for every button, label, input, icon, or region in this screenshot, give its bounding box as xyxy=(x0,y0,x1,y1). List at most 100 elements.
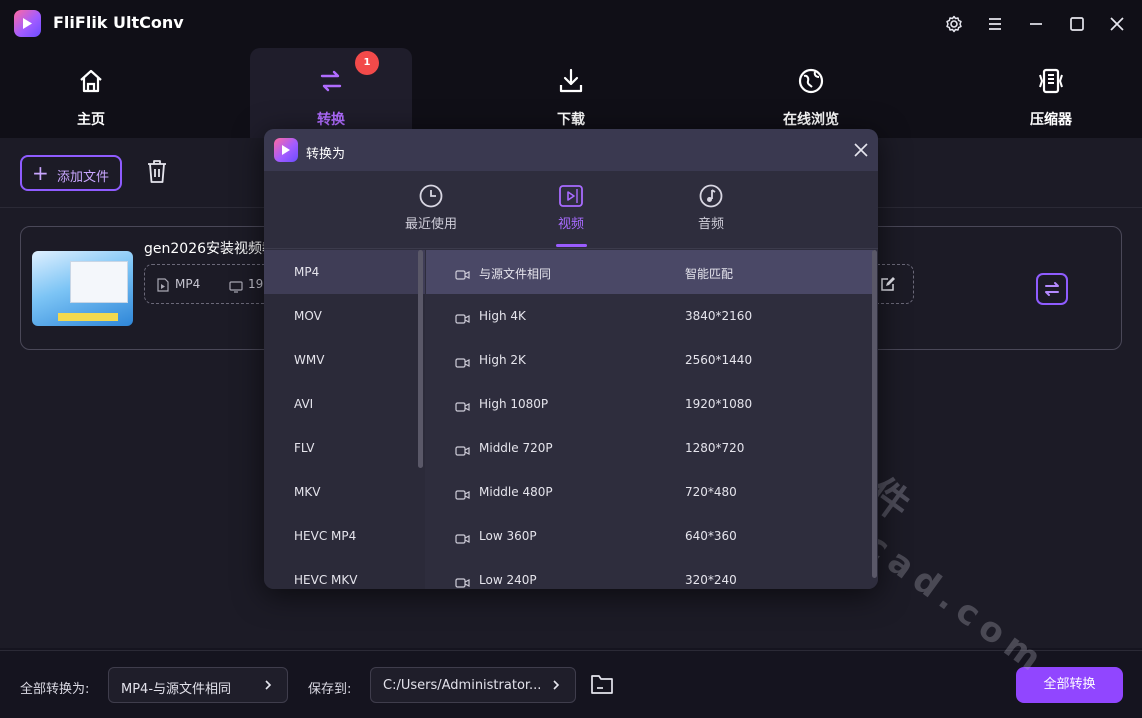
chevron-right-icon xyxy=(261,676,275,698)
camera-icon xyxy=(455,266,470,280)
format-item-flv[interactable]: FLV xyxy=(264,426,425,470)
nav-item-home[interactable]: 主页 xyxy=(10,48,172,138)
save-path-select[interactable]: C:/Users/Administrator... xyxy=(370,667,576,703)
tab-video[interactable]: 视频 xyxy=(516,171,626,249)
add-file-label: 添加文件 xyxy=(57,170,110,185)
resolution-item[interactable]: 与源文件相同 智能匹配 xyxy=(426,250,873,294)
resolution-name: Middle 720P xyxy=(479,441,553,455)
convert-all-button[interactable]: 全部转换 xyxy=(1016,667,1123,703)
resolution-size: 1280*720 xyxy=(685,441,745,455)
output-format-value: MP4-与源文件相同 xyxy=(121,682,232,697)
format-item-hevc-mp4[interactable]: HEVC MP4 xyxy=(264,514,425,558)
format-label: MKV xyxy=(294,485,321,499)
tab-label-audio: 音频 xyxy=(697,217,724,232)
trash-icon[interactable] xyxy=(145,158,169,184)
resolution-list: 与源文件相同 智能匹配 High 4K 3840*2160 High 2K 25… xyxy=(426,250,878,589)
gear-icon[interactable] xyxy=(944,14,964,34)
format-item-mp4[interactable]: MP4 xyxy=(264,250,425,294)
convert-file-button[interactable] xyxy=(1036,273,1068,305)
nav-item-compress[interactable]: 压缩器 xyxy=(970,48,1132,138)
folder-icon[interactable] xyxy=(590,673,614,699)
nav-label-compress: 压缩器 xyxy=(1030,112,1072,128)
resolution-item[interactable]: Low 360P 640*360 xyxy=(426,514,873,558)
active-tab-indicator xyxy=(556,244,587,247)
tab-recent[interactable]: 最近使用 xyxy=(376,171,486,249)
edit-icon[interactable] xyxy=(880,276,896,296)
resolution-name: High 1080P xyxy=(479,397,549,411)
home-icon xyxy=(76,66,106,96)
resolution-item[interactable]: High 1080P 1920*1080 xyxy=(426,382,873,426)
format-label: AVI xyxy=(294,397,314,411)
format-list-scrollbar[interactable] xyxy=(418,250,423,468)
music-icon xyxy=(698,183,724,209)
format-item-avi[interactable]: AVI xyxy=(264,382,425,426)
camera-icon xyxy=(455,530,470,544)
clock-icon xyxy=(418,183,444,209)
nav-label-home: 主页 xyxy=(77,112,105,128)
resolution-name: Low 240P xyxy=(479,573,537,587)
resolution-size: 320*240 xyxy=(685,573,737,587)
resolution-item[interactable]: Middle 480P 720*480 xyxy=(426,470,873,514)
close-icon[interactable] xyxy=(853,142,869,158)
title-bar: FliFlik UltConv xyxy=(0,0,1142,48)
notification-badge: 1 xyxy=(355,51,379,75)
chevron-right-icon xyxy=(549,676,563,698)
convert-all-to-label: 全部转换为: xyxy=(20,682,90,697)
app-logo-icon xyxy=(14,10,41,37)
camera-icon xyxy=(455,398,470,412)
video-icon xyxy=(558,183,584,209)
resolution-item[interactable]: Middle 720P 1280*720 xyxy=(426,426,873,470)
format-item-mov[interactable]: MOV xyxy=(264,294,425,338)
maximize-icon[interactable] xyxy=(1067,14,1087,34)
app-title: FliFlik UltConv xyxy=(53,13,184,32)
format-label: WMV xyxy=(294,353,325,367)
format-label: MOV xyxy=(294,309,322,323)
resolution-name: 与源文件相同 xyxy=(479,267,552,281)
resolution-name: Low 360P xyxy=(479,529,537,543)
file-name: gen2026安装视频教 xyxy=(144,241,277,257)
format-label: HEVC MP4 xyxy=(294,529,357,543)
save-path-value: C:/Users/Administrator... xyxy=(383,678,542,693)
nav-label-browser: 在线浏览 xyxy=(783,112,839,128)
menu-icon[interactable] xyxy=(985,14,1005,34)
nav-item-browser[interactable]: 在线浏览 xyxy=(730,48,892,138)
format-item-mkv[interactable]: MKV xyxy=(264,470,425,514)
add-file-button[interactable]: + 添加文件 xyxy=(20,155,122,191)
nav-item-download[interactable]: 下载 xyxy=(490,48,652,138)
output-format-select[interactable]: MP4-与源文件相同 xyxy=(108,667,288,703)
camera-icon xyxy=(455,310,470,324)
resolution-item[interactable]: High 2K 2560*1440 xyxy=(426,338,873,382)
resolution-size: 智能匹配 xyxy=(685,267,734,281)
format-list: MP4 MOV WMV AVI FLV MKV HEVC MP4 HEVC MK… xyxy=(264,250,425,589)
resolution-size: 2560*1440 xyxy=(685,353,753,367)
nav-label-download: 下载 xyxy=(557,112,585,128)
resolution-name: High 4K xyxy=(479,309,526,323)
convert-icon xyxy=(316,66,346,96)
resolution-size: 1920*1080 xyxy=(685,397,753,411)
file-format-icon xyxy=(157,277,169,296)
dialog-title: 转换为 xyxy=(306,147,346,162)
dialog-tabs: 最近使用 视频 音频 xyxy=(264,171,878,249)
format-item-wmv[interactable]: WMV xyxy=(264,338,425,382)
monitor-icon xyxy=(229,278,243,297)
resolution-size: 720*480 xyxy=(685,485,737,499)
nav-item-convert[interactable]: 1 转换 xyxy=(250,48,412,138)
tab-audio[interactable]: 音频 xyxy=(656,171,766,249)
close-icon[interactable] xyxy=(1107,14,1127,34)
main-nav: 主页 1 转换 下载 在线浏览 压缩器 xyxy=(0,48,1142,138)
format-label: FLV xyxy=(294,441,315,455)
resolution-item[interactable]: High 4K 3840*2160 xyxy=(426,294,873,338)
save-to-label: 保存到: xyxy=(308,682,352,697)
compress-icon xyxy=(1036,66,1066,96)
resolution-list-scrollbar[interactable] xyxy=(872,250,877,578)
minimize-icon[interactable] xyxy=(1026,14,1046,34)
resolution-item[interactable]: Low 240P 320*240 xyxy=(426,558,873,589)
resolution-size: 3840*2160 xyxy=(685,309,753,323)
browser-icon xyxy=(796,66,826,96)
format-item-hevc-mkv[interactable]: HEVC MKV xyxy=(264,558,425,589)
resolution-name: High 2K xyxy=(479,353,526,367)
camera-icon xyxy=(455,354,470,368)
resolution-size: 640*360 xyxy=(685,529,737,543)
tab-label-recent: 最近使用 xyxy=(404,217,457,232)
format-label: MP4 xyxy=(294,265,320,279)
